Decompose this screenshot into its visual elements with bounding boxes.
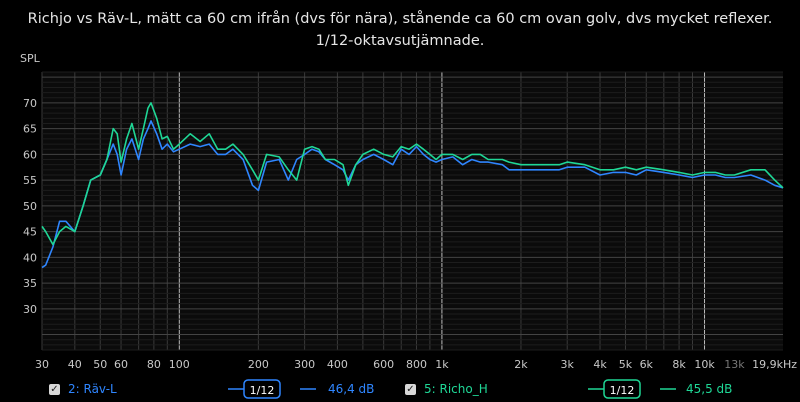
y-tick-label: 30 [23, 303, 37, 316]
x-tick-label: 19,9kHz [752, 358, 797, 371]
x-tick-label: 800 [406, 358, 427, 371]
y-tick-label: 60 [23, 148, 37, 161]
y-tick-label: 70 [23, 97, 37, 110]
series-1-level: 46,4 dB [328, 382, 375, 396]
x-tick-label: 13k [724, 358, 745, 371]
y-axis-label: SPL [20, 52, 41, 65]
x-tick-label: 400 [327, 358, 348, 371]
y-tick-label: 35 [23, 277, 37, 290]
y-tick-label: 55 [23, 174, 37, 187]
y-tick-label: 40 [23, 251, 37, 264]
series-1-label: 2: Räv-L [68, 382, 117, 396]
x-tick-label: 6k [640, 358, 654, 371]
series-1-smoothing-selector[interactable]: 1/12 [228, 379, 316, 399]
frequency-response-chart[interactable]: 30 35 40 45 50 55 60 65 70 SPL 30 40 50 60 80 100 200 300… [0, 0, 800, 378]
x-tick-label: 40 [68, 358, 82, 371]
x-tick-label: 3k [561, 358, 575, 371]
x-tick-label: 300 [294, 358, 315, 371]
x-tick-label: 2k [514, 358, 528, 371]
x-tick-label: 200 [248, 358, 269, 371]
x-tick-label: 50 [93, 358, 107, 371]
series-2-label: 5: Richo_H [424, 382, 488, 396]
series-2-level: 45,5 dB [686, 382, 733, 396]
series-2-smoothing-text: 1/12 [610, 384, 635, 397]
series-1-smoothing-text: 1/12 [250, 384, 275, 397]
x-tick-label: 600 [373, 358, 394, 371]
x-tick-label: 8k [672, 358, 686, 371]
x-tick-label: 4k [593, 358, 607, 371]
y-tick-label: 65 [23, 123, 37, 136]
x-tick-label: 100 [169, 358, 190, 371]
y-tick-label: 45 [23, 226, 37, 239]
x-tick-label: 1k [435, 358, 449, 371]
x-tick-label: 30 [35, 358, 49, 371]
x-tick-label: 5k [619, 358, 633, 371]
x-tick-label: 80 [147, 358, 161, 371]
series-1-checkbox[interactable]: ✓ [49, 384, 60, 395]
series-2-checkbox[interactable]: ✓ [405, 384, 416, 395]
x-tick-label: 10k [694, 358, 715, 371]
legend: ✓ 2: Räv-L 1/12 46,4 dB ✓ 5: Richo_H 1/1… [0, 378, 800, 402]
y-tick-label: 50 [23, 200, 37, 213]
x-tick-label: 60 [114, 358, 128, 371]
series-2-smoothing-selector[interactable]: 1/12 [588, 379, 676, 399]
